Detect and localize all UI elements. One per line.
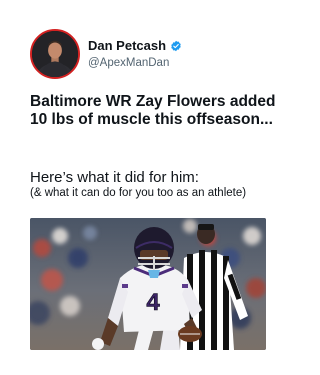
- author-display-name[interactable]: Dan Petcash: [88, 38, 166, 53]
- post-photo[interactable]: 4: [30, 218, 266, 350]
- post-subnote: (& what it can do for you too as an athl…: [30, 187, 247, 199]
- post-card: Dan Petcash @ApexManDan Baltimore WR Zay…: [0, 0, 300, 375]
- football-player-photo: 4: [30, 218, 266, 350]
- author-avatar[interactable]: [30, 29, 80, 79]
- author-name-row: Dan Petcash: [88, 38, 182, 53]
- post-headline: Baltimore WR Zay Flowers added 10 lbs of…: [30, 93, 276, 128]
- author-handle[interactable]: @ApexManDan: [88, 57, 169, 69]
- jersey-number: 4: [146, 289, 160, 316]
- profile-photo: [32, 31, 78, 77]
- post-subheading: Here’s what it did for him:: [30, 169, 199, 186]
- verified-badge-icon: [170, 40, 182, 52]
